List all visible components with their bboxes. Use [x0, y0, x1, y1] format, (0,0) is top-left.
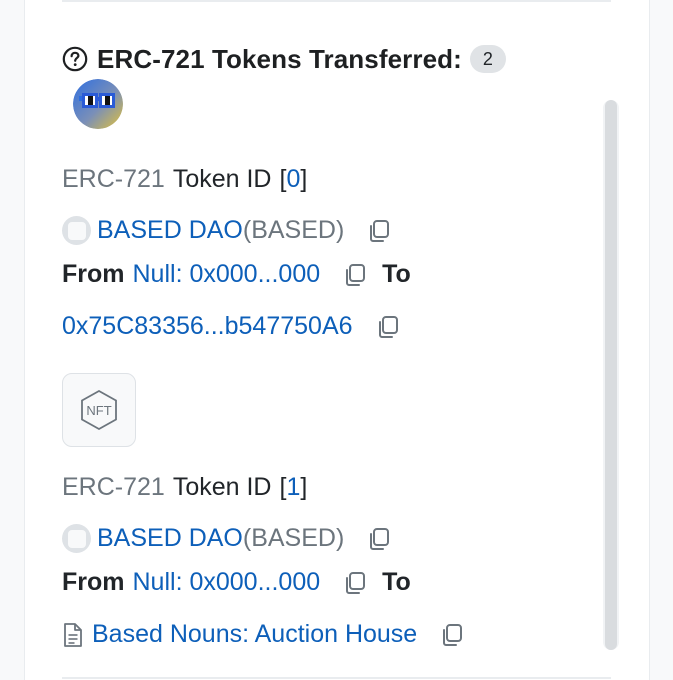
token-symbol: (BASED)	[242, 524, 345, 552]
to-label: To	[382, 568, 411, 596]
nft-hexagon-icon: NFT	[81, 389, 117, 431]
bracket-close: ]	[300, 473, 308, 501]
section-title: ERC-721 Tokens Transferred:	[97, 43, 462, 74]
bracket-open: [	[279, 473, 287, 501]
token-standard: ERC-721	[62, 473, 165, 501]
from-address-link[interactable]: Null: 0x000...000	[133, 260, 321, 289]
token-coin-icon	[62, 524, 91, 553]
question-circle-icon[interactable]	[62, 46, 88, 72]
copy-icon[interactable]	[342, 262, 368, 288]
token-id-label: Token ID	[172, 165, 272, 193]
token-coin-icon	[62, 216, 91, 245]
transfer-count-badge: 2	[469, 45, 506, 73]
token-symbol: (BASED)	[242, 216, 345, 244]
nft-placeholder-image[interactable]: NFT	[62, 373, 136, 447]
to-label: To	[382, 260, 411, 288]
section-header: ERC-721 Tokens Transferred: 2	[62, 42, 506, 76]
token-standard: ERC-721	[62, 165, 165, 193]
bracket-close: ]	[300, 165, 308, 193]
from-label: From	[62, 260, 125, 288]
from-address-link[interactable]: Null: 0x000...000	[133, 568, 321, 597]
token-id-link[interactable]: 0	[286, 165, 300, 194]
from-to-row-1: From Null: 0x000...000 To	[62, 568, 411, 597]
token-name-link[interactable]: BASED DAO	[97, 216, 243, 245]
token-name-row-0: BASED DAO (BASED)	[62, 216, 392, 245]
copy-icon[interactable]	[366, 526, 392, 552]
token-id-row-0: ERC-721 Token ID [0]	[62, 165, 307, 194]
divider-top	[62, 0, 611, 2]
scrollbar-track[interactable]	[603, 100, 619, 650]
document-icon	[64, 622, 82, 647]
to-address-link[interactable]: 0x75C83356...b547750A6	[62, 312, 353, 341]
copy-icon[interactable]	[375, 314, 401, 340]
token-id-label: Token ID	[172, 473, 272, 501]
to-address-link[interactable]: Based Nouns: Auction House	[92, 620, 417, 649]
token-name-link[interactable]: BASED DAO	[97, 524, 243, 553]
bracket-open: [	[279, 165, 287, 193]
token-image-avatar[interactable]	[73, 79, 123, 129]
divider-bottom	[62, 677, 611, 679]
token-id-link[interactable]: 1	[286, 473, 300, 502]
to-address-row-1: Based Nouns: Auction House	[62, 620, 465, 649]
copy-icon[interactable]	[439, 622, 465, 648]
token-name-row-1: BASED DAO (BASED)	[62, 524, 392, 553]
token-id-row-1: ERC-721 Token ID [1]	[62, 473, 307, 502]
from-label: From	[62, 568, 125, 596]
copy-icon[interactable]	[366, 218, 392, 244]
copy-icon[interactable]	[342, 570, 368, 596]
from-to-row-0: From Null: 0x000...000 To	[62, 260, 411, 289]
to-address-row-0: 0x75C83356...b547750A6	[62, 312, 401, 341]
scrollbar-thumb[interactable]	[605, 100, 617, 650]
nft-label: NFT	[86, 403, 111, 418]
